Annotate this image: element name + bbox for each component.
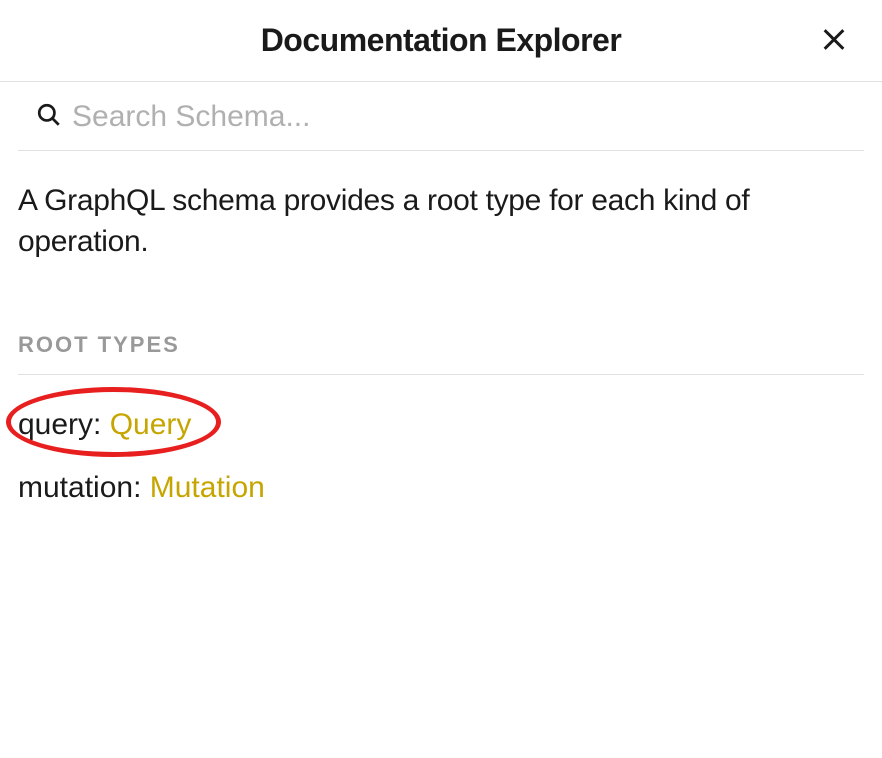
search-input[interactable] (72, 100, 846, 134)
root-type-item-query: query: Query (18, 405, 864, 444)
type-link-mutation[interactable]: Mutation (150, 471, 265, 504)
search-bar (18, 82, 864, 151)
root-type-list: query: Query mutation: Mutation (18, 375, 864, 507)
page-title: Documentation Explorer (261, 22, 622, 59)
field-name: mutation (18, 471, 133, 504)
schema-description: A GraphQL schema provides a root type fo… (0, 151, 882, 262)
colon: : (133, 471, 150, 504)
root-types-section: ROOT TYPES query: Query mutation: Mutati… (18, 332, 864, 507)
search-icon (36, 102, 62, 133)
root-type-item-mutation: mutation: Mutation (18, 468, 864, 507)
colon: : (93, 408, 110, 441)
field-name: query (18, 408, 93, 441)
close-button[interactable] (816, 21, 852, 60)
header: Documentation Explorer (0, 0, 882, 82)
type-link-query[interactable]: Query (110, 408, 192, 441)
close-icon (820, 25, 848, 56)
section-heading: ROOT TYPES (18, 332, 864, 375)
